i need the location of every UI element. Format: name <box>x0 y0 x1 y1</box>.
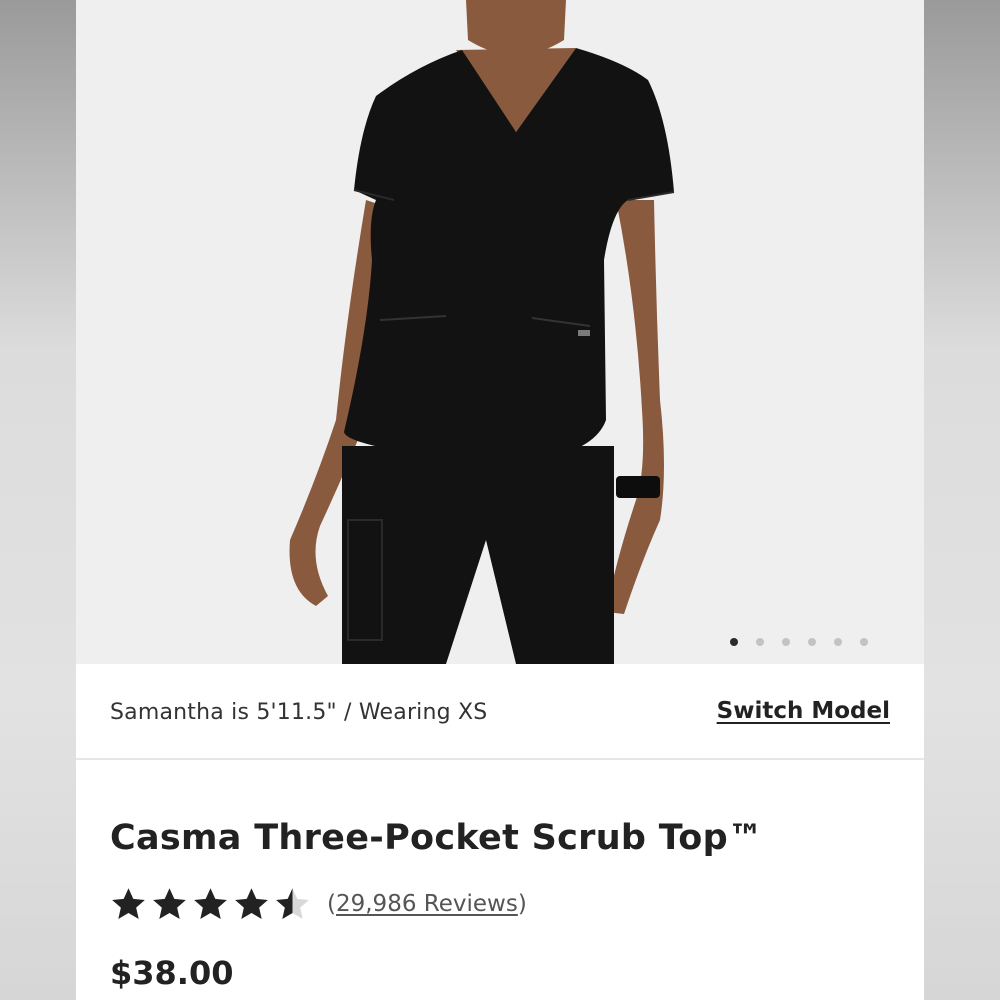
product-title: Casma Three-Pocket Scrub Top™ <box>110 818 764 858</box>
star-rating[interactable] <box>110 886 311 922</box>
reviews-paren-close: ) <box>517 891 527 917</box>
right-border <box>924 0 1000 1000</box>
gallery-dot-5[interactable] <box>834 638 842 646</box>
model-size-info: Samantha is 5'11.5" / Wearing XS <box>110 700 488 725</box>
gallery-dot-1[interactable] <box>730 638 738 646</box>
reviews-link[interactable]: 29,986 Reviews <box>336 891 518 917</box>
product-rating: (29,986 Reviews) <box>110 886 527 922</box>
gallery-pagination <box>730 638 868 646</box>
switch-model-link[interactable]: Switch Model <box>717 698 890 724</box>
star-icon <box>153 888 186 919</box>
gallery-dot-2[interactable] <box>756 638 764 646</box>
star-icon <box>112 888 145 919</box>
star-icon <box>194 888 227 919</box>
reviews-paren-open: ( <box>327 891 336 917</box>
star-icon <box>235 888 268 919</box>
model-info-bar: Samantha is 5'11.5" / Wearing XS Switch … <box>76 664 924 760</box>
product-page: Samantha is 5'11.5" / Wearing XS Switch … <box>76 0 924 1000</box>
review-count: (29,986 Reviews) <box>327 891 527 917</box>
screenshot-stage: Samantha is 5'11.5" / Wearing XS Switch … <box>0 0 1000 1000</box>
gallery-dot-4[interactable] <box>808 638 816 646</box>
model-photo-illustration <box>289 0 675 664</box>
half-star-icon <box>276 888 309 919</box>
product-image[interactable] <box>76 0 924 664</box>
gallery-dot-6[interactable] <box>860 638 868 646</box>
product-price: $38.00 <box>110 954 234 992</box>
gallery-dot-3[interactable] <box>782 638 790 646</box>
left-border <box>0 0 76 1000</box>
